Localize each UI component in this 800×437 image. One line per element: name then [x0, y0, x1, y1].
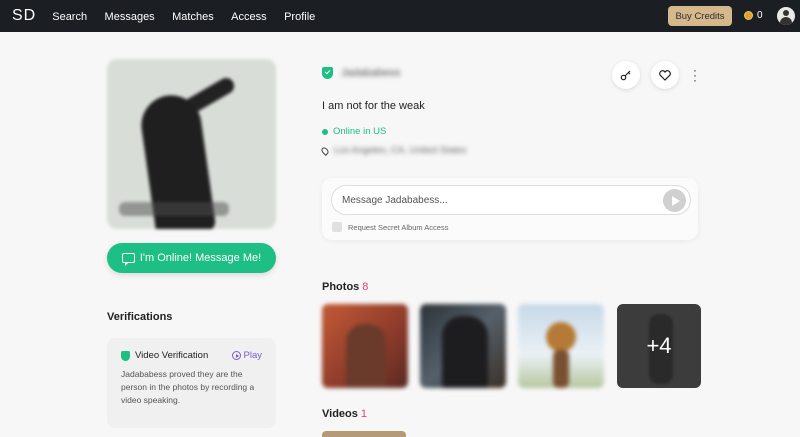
more-options-icon[interactable]: · · ·: [693, 64, 697, 86]
videos-title-text: Videos: [322, 408, 358, 420]
play-label: Play: [243, 350, 262, 361]
location-text: Los Angeles, CA, United States: [334, 145, 467, 156]
site-logo[interactable]: SD: [12, 7, 36, 25]
request-album-label: Request Secret Album Access: [348, 222, 449, 232]
message-input[interactable]: Message Jadababess...: [331, 185, 691, 215]
key-button[interactable]: [612, 61, 640, 89]
profile-tagline: I am not for the weak: [322, 100, 425, 112]
photo-thumbnail[interactable]: [322, 304, 408, 388]
videos-heading: Videos 1: [322, 408, 367, 420]
play-icon: [231, 351, 241, 360]
nav-search[interactable]: Search: [52, 11, 87, 23]
top-nav: SD Search Messages Matches Access Profil…: [0, 0, 800, 32]
video-verification-title: Video Verification: [135, 350, 209, 361]
credits-value: 0: [757, 10, 763, 21]
coin-icon: [744, 11, 753, 20]
nav-access[interactable]: Access: [231, 11, 266, 23]
video-verification-card: Video Verification Play Jadababess prove…: [107, 338, 276, 428]
message-me-label: I'm Online! Message Me!: [139, 252, 262, 264]
play-video-button[interactable]: Play: [231, 350, 262, 361]
photos-count: 8: [362, 281, 369, 293]
verified-shield-icon: [322, 67, 333, 79]
videos-count: 1: [360, 408, 367, 420]
heart-icon: [659, 69, 671, 81]
message-placeholder: Message Jadababess...: [342, 194, 448, 206]
credits-counter[interactable]: 0: [744, 10, 763, 21]
photo-thumbnail[interactable]: [420, 304, 506, 388]
message-me-button[interactable]: I'm Online! Message Me!: [107, 243, 276, 273]
favorite-button[interactable]: [651, 61, 679, 89]
profile-name: Jadababess: [341, 67, 401, 79]
buy-credits-button[interactable]: Buy Credits: [668, 6, 732, 26]
request-album-checkbox[interactable]: [332, 222, 342, 232]
online-status: Online in US: [322, 126, 386, 137]
profile-location: Los Angeles, CA, United States: [320, 145, 467, 156]
main-nav: Search Messages Matches Access Profile: [52, 7, 328, 25]
key-icon: [620, 70, 631, 81]
profile-name-row: Jadababess: [322, 67, 400, 79]
nav-matches[interactable]: Matches: [172, 11, 214, 23]
message-panel: Message Jadababess... Request Secret Alb…: [322, 178, 698, 240]
account-avatar-icon[interactable]: [777, 7, 795, 25]
photo-thumbnail[interactable]: [518, 304, 604, 388]
verification-description: Jadababess proved they are the person in…: [121, 369, 255, 405]
more-photos-tile[interactable]: +4: [617, 304, 701, 388]
send-icon: [671, 195, 680, 206]
nav-messages[interactable]: Messages: [105, 11, 155, 23]
location-pin-icon: [320, 145, 330, 156]
verified-shield-icon: [121, 350, 130, 361]
photos-heading: Photos 8: [322, 281, 368, 293]
chat-icon: [121, 253, 135, 266]
send-button[interactable]: [663, 189, 686, 212]
video-thumbnail[interactable]: [322, 431, 406, 437]
nav-profile[interactable]: Profile: [284, 11, 315, 23]
profile-main-photo[interactable]: [107, 59, 276, 229]
online-status-text: Online in US: [333, 126, 387, 137]
online-dot-icon: [322, 128, 328, 135]
verifications-heading: Verifications: [107, 311, 173, 323]
request-album-access[interactable]: Request Secret Album Access: [332, 222, 448, 232]
more-photos-count: +4: [646, 333, 672, 358]
photos-title-text: Photos: [322, 281, 360, 293]
